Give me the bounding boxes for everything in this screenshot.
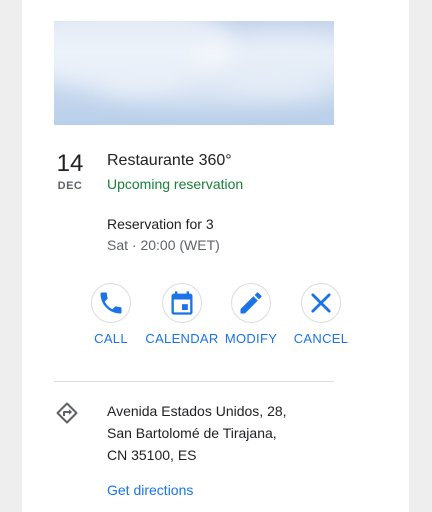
- calendar-icon-circle: [162, 283, 202, 323]
- address-line-1: Avenida Estados Unidos, 28,: [107, 403, 287, 419]
- restaurant-address: Avenida Estados Unidos, 28, San Bartolom…: [107, 400, 337, 466]
- reservation-day: 14: [56, 150, 84, 177]
- calendar-icon: [171, 291, 193, 315]
- pencil-icon: [240, 292, 262, 314]
- restaurant-name: Restaurante 360°: [107, 152, 232, 169]
- modify-button[interactable]: MODIFY: [211, 283, 291, 346]
- cancel-button[interactable]: CANCEL: [281, 283, 361, 346]
- calendar-label: CALENDAR: [145, 331, 219, 346]
- party-size: Reservation for 3: [107, 216, 214, 232]
- page: 14 DEC Restaurante 360° Upcoming reserva…: [0, 0, 432, 512]
- reservation-month: DEC: [57, 180, 83, 192]
- phone-icon: [100, 292, 122, 314]
- cancel-label: CANCEL: [293, 331, 349, 346]
- modify-icon-circle: [231, 283, 271, 323]
- address-line-3: CN 35100, ES: [107, 447, 197, 463]
- call-icon-circle: [91, 283, 131, 323]
- divider: [54, 381, 334, 382]
- get-directions-link[interactable]: Get directions: [107, 482, 193, 498]
- call-button[interactable]: CALL: [71, 283, 151, 346]
- reservation-time: Sat · 20:00 (WET): [107, 237, 220, 253]
- cancel-icon-circle: [301, 283, 341, 323]
- directions-icon: [55, 401, 79, 425]
- calendar-button[interactable]: CALENDAR: [142, 283, 222, 346]
- reservation-status: Upcoming reservation: [107, 176, 244, 192]
- address-line-2: San Bartolomé de Tirajana,: [107, 425, 277, 441]
- modify-label: MODIFY: [224, 331, 278, 346]
- close-icon: [311, 293, 331, 313]
- restaurant-photo: [54, 21, 334, 125]
- call-label: CALL: [94, 331, 128, 346]
